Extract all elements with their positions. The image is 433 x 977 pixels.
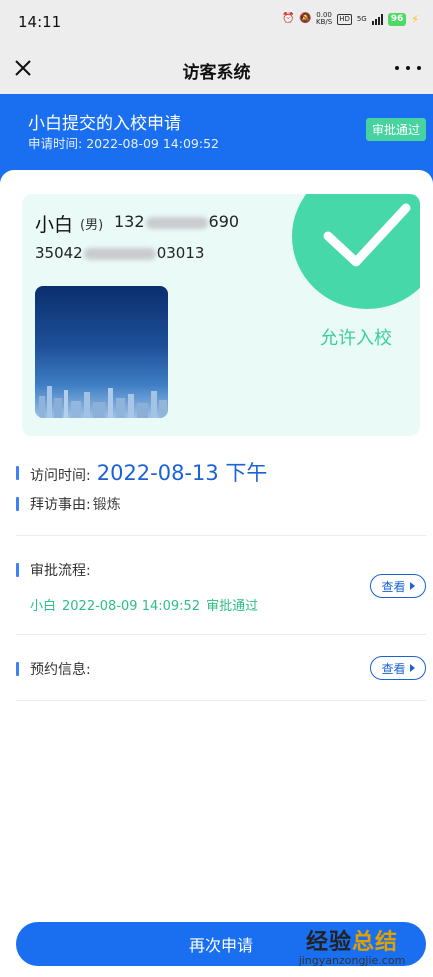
watermark-text: 经验总结	[305, 930, 399, 955]
application-time: 申请时间: 2022-08-09 14:09:52	[28, 133, 219, 152]
visit-time-label: 访问时间:	[30, 468, 91, 484]
view-booking-button[interactable]: 查看	[370, 656, 426, 680]
alarm-icon: ⏰	[281, 13, 295, 24]
battery-icon: 96	[387, 12, 407, 26]
visitor-phone: 132 690	[114, 212, 240, 231]
status-badge: 审批通过	[365, 118, 426, 141]
section-marker	[16, 563, 19, 577]
visitor-id-number: 35042 03013	[35, 244, 205, 262]
divider	[16, 700, 426, 701]
approval-flow-row: 审批流程:	[30, 560, 91, 580]
status-icons: ⏰ 🔕 0.00 KB/S HD 5G 96 ⚡	[282, 12, 419, 26]
more-icon[interactable]	[395, 57, 421, 79]
pass-card: 小白 (男) 132 690 35042 03013 允许入校	[22, 194, 420, 436]
status-bar: 14:11 ⏰ 🔕 0.00 KB/S HD 5G 96 ⚡	[0, 0, 433, 44]
visit-time-row: 访问时间: 2022-08-13 下午	[30, 457, 267, 487]
network-speed: 0.00 KB/S	[315, 11, 333, 26]
approval-entry-name: 小白	[30, 599, 57, 614]
visitor-name: 小白	[35, 214, 74, 236]
approval-entry-time: 2022-08-09 14:09:52	[62, 599, 201, 614]
view-approval-button[interactable]: 查看	[370, 574, 426, 598]
approval-entry-status: 审批通过	[206, 599, 259, 614]
visitor-photo	[35, 286, 168, 418]
view-approval-label: 查看	[381, 579, 406, 594]
section-marker	[16, 466, 19, 480]
view-booking-label: 查看	[381, 661, 406, 676]
hd-icon: HD	[337, 13, 352, 25]
status-time: 14:11	[18, 13, 62, 31]
application-title: 小白提交的入校申请	[28, 114, 181, 134]
nav-bar: 访客系统	[0, 44, 433, 94]
watermark: 经验总结 jingyanzongjie.com	[277, 924, 427, 967]
play-arrow-icon	[409, 582, 415, 590]
charging-icon: ⚡	[411, 12, 419, 26]
signal-icon	[371, 13, 383, 25]
visit-time-value: 2022-08-13 下午	[96, 461, 268, 485]
approval-entry: 小白 2022-08-09 14:09:52 审批通过	[30, 595, 264, 614]
approval-flow-label: 审批流程:	[30, 563, 91, 579]
section-marker	[16, 662, 19, 676]
mute-bell-icon: 🔕	[298, 13, 312, 24]
approval-result: 允许入校	[320, 328, 392, 349]
divider	[16, 535, 426, 536]
visit-reason-value: 锻炼	[92, 497, 121, 513]
play-arrow-icon	[409, 664, 415, 672]
main-content: 小白 (男) 132 690 35042 03013 允许入校 访问时间: 20…	[0, 170, 433, 977]
section-marker	[16, 497, 19, 511]
check-icon	[323, 203, 411, 267]
application-time-value: 2022-08-09 14:09:52	[86, 136, 219, 151]
visit-reason-label: 拜访事由:	[30, 497, 91, 513]
booking-info-row: 预约信息:	[30, 659, 91, 679]
network-type: 5G	[356, 14, 367, 23]
booking-info-label: 预约信息:	[30, 662, 91, 678]
application-time-label: 申请时间:	[28, 136, 83, 151]
page-title: 访客系统	[182, 63, 251, 83]
visitor-gender: (男)	[80, 218, 104, 233]
watermark-url: jingyanzongjie.com	[298, 954, 406, 967]
visit-reason-row: 拜访事由: 锻炼	[30, 494, 121, 514]
divider	[16, 634, 426, 635]
